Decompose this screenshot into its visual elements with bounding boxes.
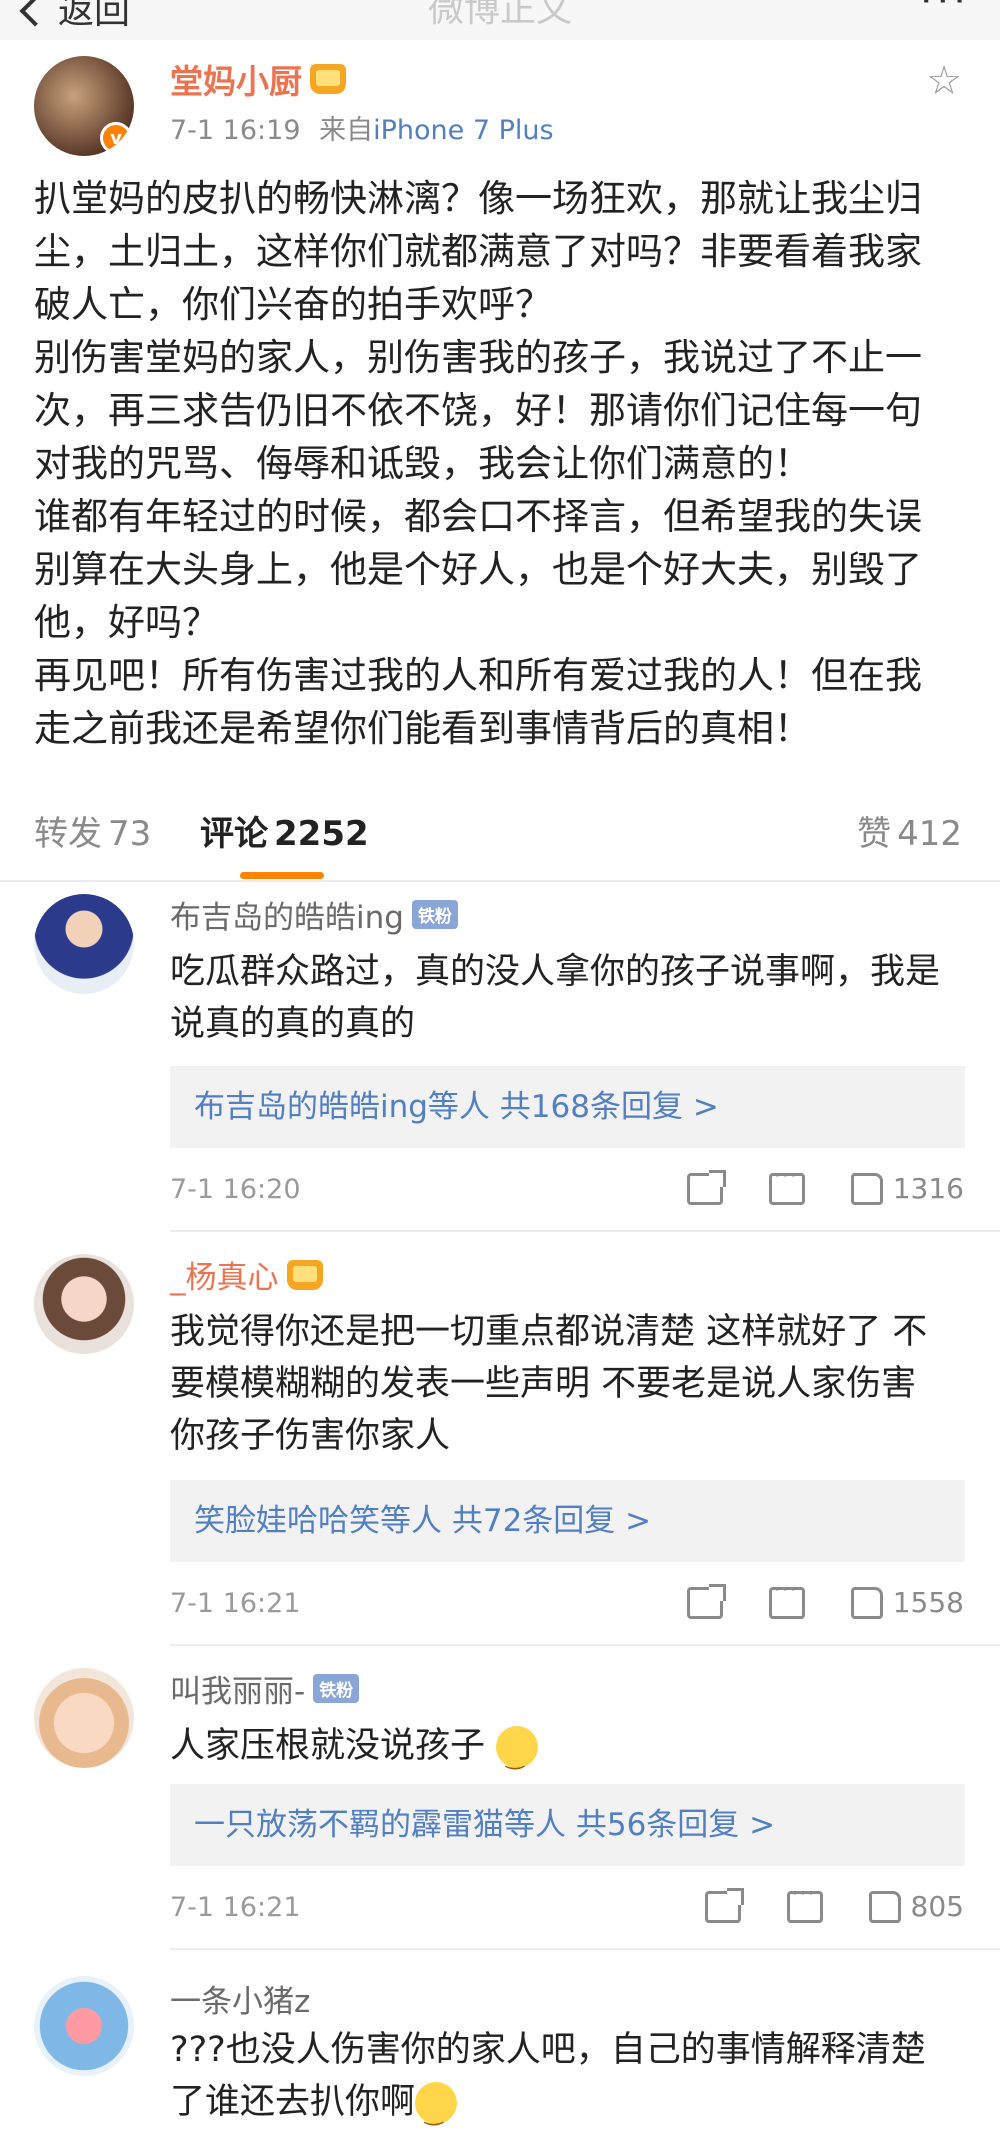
comment-separator [170,1644,1000,1646]
tab-comment-count: 2252 [274,814,369,854]
interaction-tabs: 转发 73 评论 2252 赞 412 [0,806,1000,886]
reply-summary-link[interactable]: 布吉岛的皓皓ing等人 共168条回复 > [170,1066,965,1148]
comment-icon[interactable] [768,1164,805,1205]
post-line: 别伤害堂妈的家人，别伤害我的孩子，我说过了不止一 [34,336,922,379]
comment-separator [170,1948,1000,1950]
post-source[interactable]: iPhone 7 Plus [373,115,553,146]
comment-time: 7-1 16:21 [170,1892,301,1923]
comment-line: 要模模糊糊的发表一些声明 不要老是说人家伤害 [170,1364,917,1404]
post-line: 走之前我还是希望你们能看到事情背后的真相！ [34,707,811,750]
fan-badge: 铁粉 [313,1674,360,1703]
sleepy-emoji-icon [415,2082,458,2136]
like-count: 1316 [892,1172,964,1205]
comment-time: 7-1 16:21 [170,1588,301,1619]
post-body: 扒堂妈的皮扒的畅快淋漓？像一场狂欢，那就让我尘归 尘，土归土，这样你们就都满意了… [34,172,974,755]
more-button[interactable]: ··· [920,0,970,24]
like-count: 805 [910,1890,964,1923]
author-name-text: 堂妈小厨 [170,62,302,101]
post-line: 谁都有年轻过的时候，都会口不择言，但希望我的失误 [34,495,922,538]
commenter-avatar[interactable] [34,1668,134,1768]
reply-summary-link[interactable]: 笑脸娃哈哈笑等人 共72条回复 > [170,1480,965,1562]
like-icon[interactable] [850,1172,883,1205]
smiley-emoji-icon [496,1726,539,1784]
post-time: 7-1 16:19 [170,115,301,146]
post-line: 他，好吗？ [34,601,219,644]
post-line: 对我的咒骂、侮辱和诋毁，我会让你们满意的！ [34,442,811,485]
comment-actions: 1558 [641,1578,964,1619]
comment-line: 人家压根就没说孩子 [170,1720,970,1784]
post-line: 破人亡，你们兴奋的拍手欢呼？ [34,283,552,326]
comment-line: 说真的真的真的 [170,1004,416,1044]
comment-line-text: 人家压根就没说孩子 [170,1726,486,1766]
commenter-name-text: 布吉岛的皓皓ing [170,900,404,936]
reply-summary-link[interactable]: 一只放荡不羁的霹雷猫等人 共56条回复 > [170,1784,965,1866]
comment-separator [170,1230,1000,1232]
comment-icon[interactable] [768,1578,805,1619]
tab-like[interactable]: 赞 412 [857,806,962,855]
comment-text: 我觉得你还是把一切重点都说清楚 这样就好了 不 要模模糊糊的发表一些声明 不要老… [170,1306,970,1462]
like-icon[interactable] [868,1890,901,1923]
tab-like-count: 412 [897,814,962,854]
active-tab-indicator [240,872,324,879]
comment-actions: 1316 [641,1164,964,1205]
share-icon[interactable] [686,1169,726,1205]
commenter-avatar[interactable] [34,1976,134,2076]
author-avatar[interactable]: v [34,56,134,156]
comment-text: 吃瓜群众路过，真的没人拿你的孩子说事啊，我是 说真的真的真的 [170,946,970,1050]
commenter-name[interactable]: _杨真心 [170,1252,323,1297]
commenter-name[interactable]: 叫我丽丽- 铁粉 [170,1666,360,1711]
commenter-name-text: 叫我丽丽- [170,1674,306,1710]
comment-actions: 805 [659,1882,964,1923]
vip-crown-icon [286,1259,323,1290]
comment-line: 了谁还去扒你啊 [170,2076,970,2136]
comment-icon[interactable] [786,1882,823,1923]
post-line: 别算在大头身上，他是个好人，也是个好大夫，别毁了 [34,548,922,591]
share-icon[interactable] [686,1583,726,1619]
commenter-avatar[interactable] [34,1254,134,1354]
tab-repost-label: 转发 [34,814,102,854]
post-line: 再见吧！所有伤害过我的人和所有爱过我的人！但在我 [34,654,922,697]
tab-like-label: 赞 [857,814,892,854]
comment-line: ???也没人伤害你的家人吧，自己的事情解释清楚 [170,2030,926,2070]
fan-badge: 铁粉 [411,900,458,929]
top-nav-bar: 返回 微博正文 ··· [0,0,1000,40]
comment-line: 你孩子伤害你家人 [170,1416,451,1456]
tab-repost[interactable]: 转发 73 [34,806,151,855]
commenter-name-text: _杨真心 [170,1260,279,1296]
post-meta: 7-1 16:19 来自iPhone 7 Plus [170,108,554,147]
source-prefix: 来自 [319,115,374,146]
share-icon[interactable] [704,1887,744,1923]
commenter-name-text: 一条小猪z [170,1984,311,2020]
verified-icon: v [100,122,132,154]
comment-line-text: 了谁还去扒你啊 [170,2082,416,2122]
post-line: 扒堂妈的皮扒的畅快淋漓？像一场狂欢，那就让我尘归 [34,177,922,220]
tab-comment[interactable]: 评论 2252 [200,806,369,855]
tab-comment-label: 评论 [200,814,268,854]
comment-line: 吃瓜群众路过，真的没人拿你的孩子说事啊，我是 [170,952,941,992]
author-name[interactable]: 堂妈小厨 [170,55,346,103]
like-count: 1558 [892,1586,964,1619]
post-line: 尘，土归土，这样你们就都满意了对吗？非要看着我家 [34,230,922,273]
commenter-avatar[interactable] [34,894,134,994]
post-line: 次，再三求告仍旧不依不饶，好！那请你们记住每一句 [34,389,922,432]
comment-line: 我觉得你还是把一切重点都说清楚 这样就好了 不 [170,1312,928,1352]
commenter-name[interactable]: 布吉岛的皓皓ing 铁粉 [170,892,458,937]
comment-text: 人家压根就没说孩子 [170,1720,970,1784]
vip-crown-icon [310,64,346,94]
comment-time: 7-1 16:20 [170,1174,301,1205]
like-icon[interactable] [850,1586,883,1619]
comment-text: ???也没人伤害你的家人吧，自己的事情解释清楚 了谁还去扒你啊 [170,2024,970,2136]
favorite-star-icon[interactable]: ☆ [926,58,962,104]
divider [0,880,1000,882]
tab-repost-count: 73 [108,814,152,854]
commenter-name[interactable]: 一条小猪z [170,1976,310,2021]
page-title: 微博正文 [427,0,572,30]
